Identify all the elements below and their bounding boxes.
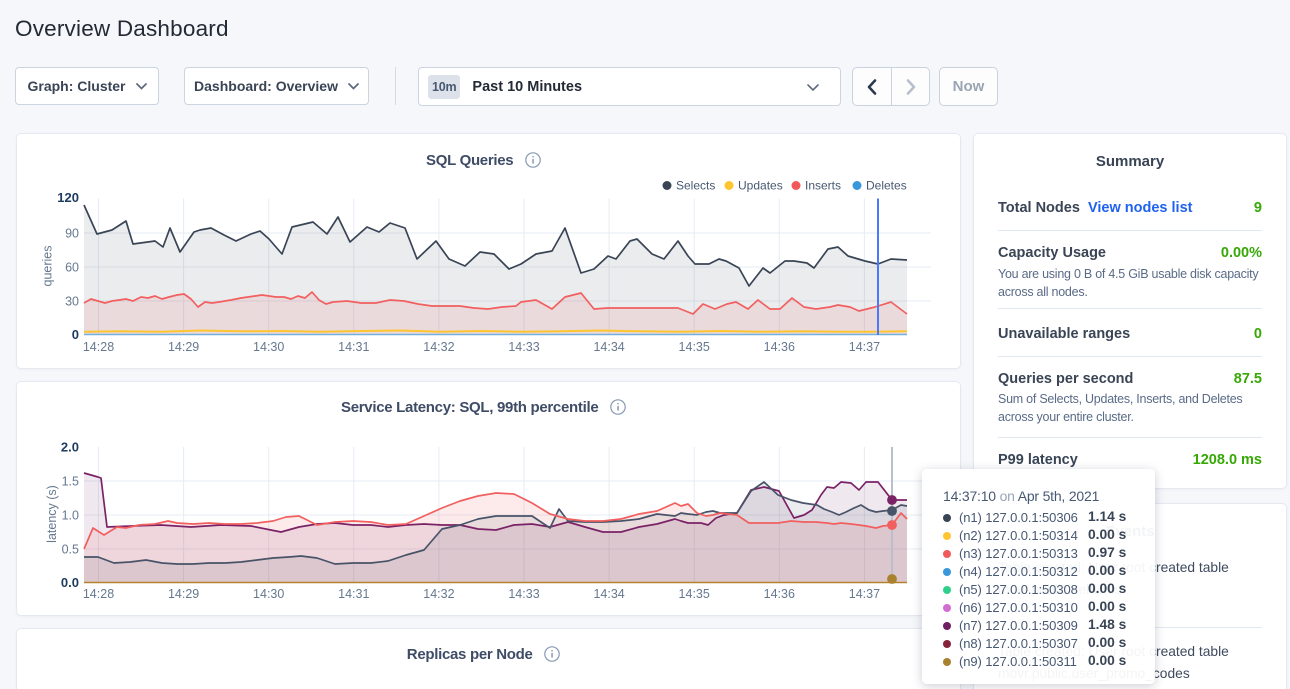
svg-text:14:29: 14:29	[168, 587, 199, 601]
svg-text:30: 30	[65, 295, 79, 309]
svg-text:14:35: 14:35	[679, 340, 710, 354]
svg-text:14:34: 14:34	[593, 340, 624, 354]
svg-text:Selects: Selects	[676, 179, 715, 193]
svg-text:120: 120	[57, 190, 79, 205]
svg-text:60: 60	[65, 261, 79, 275]
svg-text:2.0: 2.0	[61, 440, 79, 455]
svg-text:1.0: 1.0	[62, 509, 79, 523]
svg-text:14:35: 14:35	[679, 587, 710, 601]
svg-text:14:28: 14:28	[83, 587, 114, 601]
svg-text:14:37: 14:37	[849, 340, 880, 354]
svg-text:14:32: 14:32	[423, 587, 454, 601]
svg-text:0.0: 0.0	[61, 575, 79, 590]
svg-text:14:31: 14:31	[338, 340, 369, 354]
svg-text:Deletes: Deletes	[866, 179, 907, 193]
svg-text:14:34: 14:34	[593, 587, 624, 601]
svg-text:14:32: 14:32	[423, 340, 454, 354]
svg-text:Inserts: Inserts	[805, 179, 841, 193]
svg-text:14:33: 14:33	[508, 587, 539, 601]
svg-text:0.5: 0.5	[62, 543, 79, 557]
svg-text:Updates: Updates	[738, 179, 783, 193]
svg-text:14:36: 14:36	[764, 340, 795, 354]
svg-text:90: 90	[65, 227, 79, 241]
svg-text:14:30: 14:30	[253, 587, 284, 601]
svg-text:14:37: 14:37	[849, 587, 880, 601]
svg-text:14:28: 14:28	[83, 340, 114, 354]
svg-text:14:36: 14:36	[764, 587, 795, 601]
svg-text:14:29: 14:29	[168, 340, 199, 354]
svg-text:0: 0	[72, 327, 79, 342]
svg-text:14:31: 14:31	[338, 587, 369, 601]
svg-text:14:30: 14:30	[253, 340, 284, 354]
svg-text:1.5: 1.5	[62, 475, 79, 489]
svg-text:14:33: 14:33	[508, 340, 539, 354]
